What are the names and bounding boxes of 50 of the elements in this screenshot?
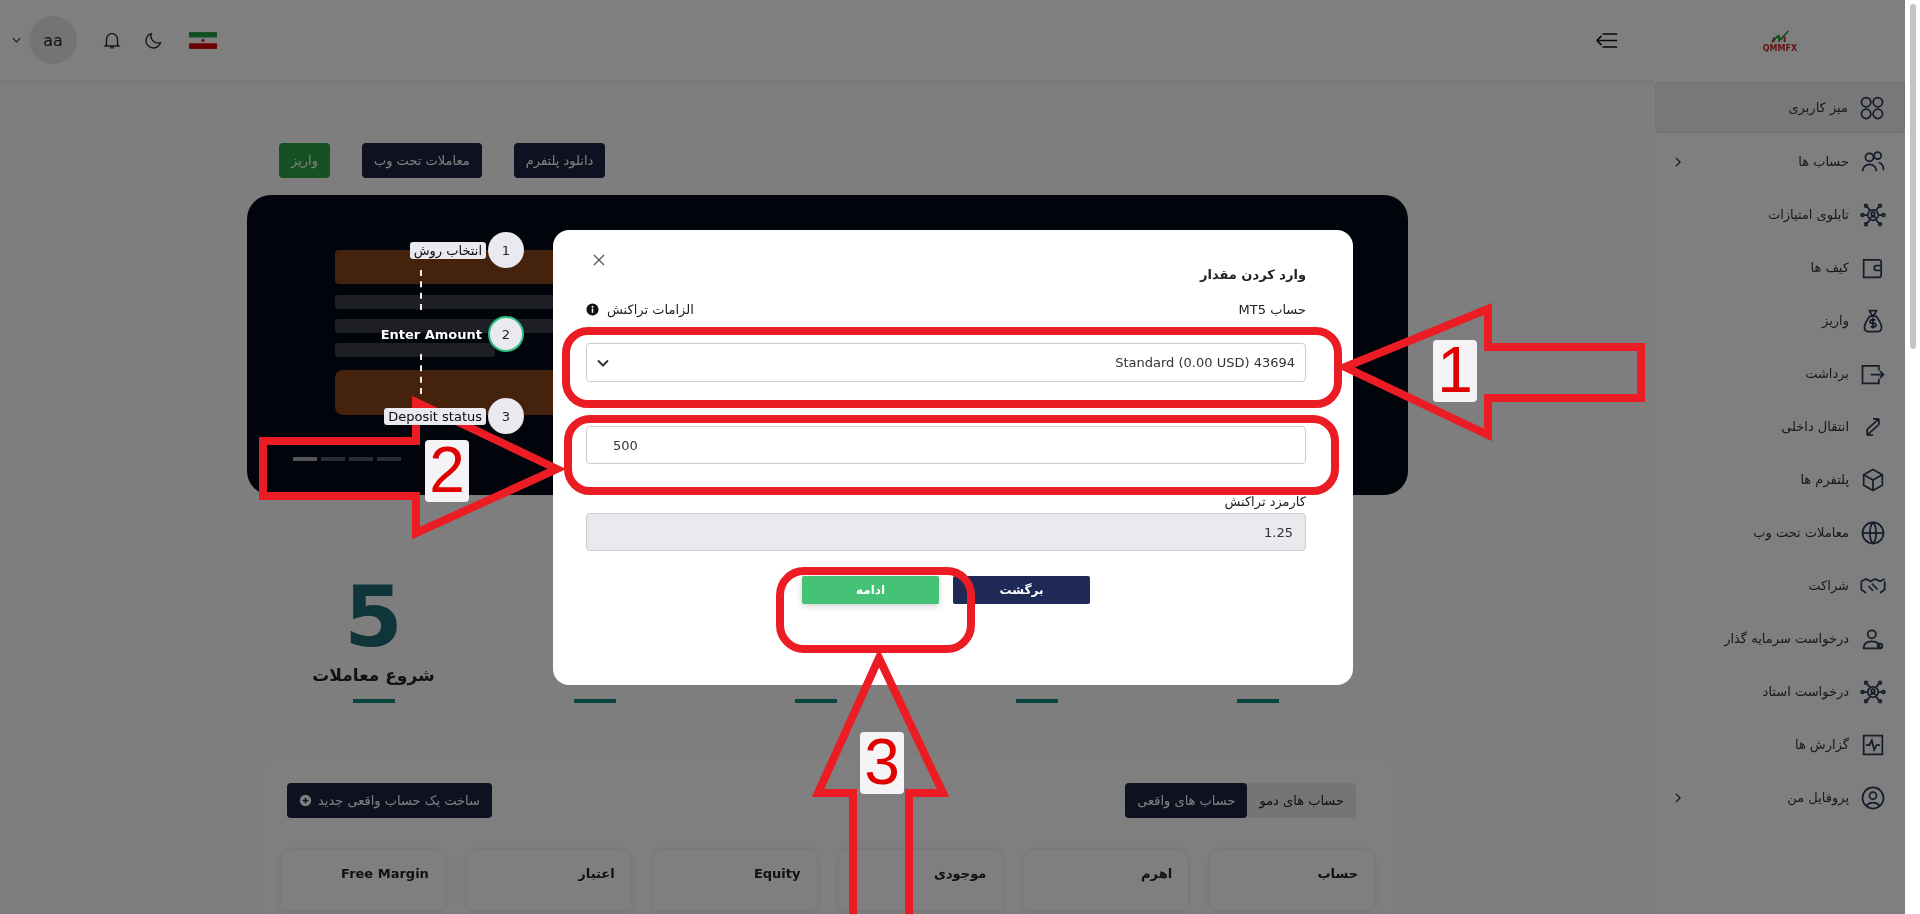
sidebar-item[interactable]: پلتفرم ها [1655,453,1905,506]
action-button[interactable]: واریز [279,143,330,178]
tab[interactable]: حساب های دمو [1247,783,1356,818]
column-header: موجودی [838,850,1003,910]
close-icon[interactable] [593,254,605,266]
sidebar-item[interactable]: واریز [1655,294,1905,347]
sidebar-item[interactable]: میز کاربری [1655,82,1905,133]
chevron-icon [1675,156,1681,167]
sidebar-item[interactable]: درخواست استاد [1655,665,1905,718]
avatar[interactable]: aa [29,16,77,64]
info-icon[interactable] [586,303,599,316]
column-header: اعتبار [466,850,631,910]
sidebar-item[interactable]: کیف ها [1655,241,1905,294]
account-select[interactable]: Standard (0.00 USD) 43694 [586,343,1306,382]
sidebar-item[interactable]: تابلوی امتیازات [1655,188,1905,241]
plus-icon [299,794,312,807]
scrollbar-thumb[interactable] [1910,4,1916,349]
column-header: Free Margin [281,850,445,910]
column-header: Equity [652,850,817,910]
column-header: اهرم [1024,850,1189,910]
dialog-button[interactable]: ادامه [802,576,939,604]
logo-icon [1769,29,1791,44]
column-header: حساب [1210,850,1374,910]
sidebar-item[interactable]: گزارش ها [1655,718,1905,771]
tour-step-label: Enter Amount [379,325,483,343]
amount-field[interactable]: 500 [586,426,1306,464]
tab[interactable]: حساب های واقعی [1125,783,1248,818]
sidebar-item[interactable]: برداشت [1655,347,1905,400]
step-number: 5 [344,575,403,659]
collapse-menu-icon[interactable] [1595,31,1619,49]
sidebar-item[interactable]: درخواست سرمایه گذار [1655,612,1905,665]
sidebar-item[interactable]: حساب ها [1655,135,1905,188]
modal-title: وارد کردن مقدار [1198,267,1306,282]
field-label: کارمزد تراکنش [1223,494,1306,509]
brand-name: QMMFX [1762,44,1798,53]
create-account-button[interactable]: ساخت یک حساب واقعی جدید [287,783,492,818]
sidebar-item[interactable]: شراکت [1655,559,1905,612]
requirements-link[interactable]: الزامات تراکنش [607,302,694,317]
caret-icon[interactable] [12,37,21,43]
action-button[interactable]: دانلود پلتفرم [513,143,606,178]
field-label: حساب MT5 [1238,302,1306,317]
sidebar-item[interactable]: انتقال داخلی [1655,400,1905,453]
dialog-button[interactable]: برگشت [953,576,1090,604]
flag-icon[interactable] [189,31,217,49]
caret-icon [597,358,609,367]
sidebar-item[interactable]: پروفایل من [1655,771,1905,824]
sidebar-item[interactable]: معاملات تحت وب [1655,506,1905,559]
step-label: شروع معاملات [312,665,435,685]
chevron-icon [1675,792,1681,803]
action-button[interactable]: معاملات تحت وب [361,143,482,178]
